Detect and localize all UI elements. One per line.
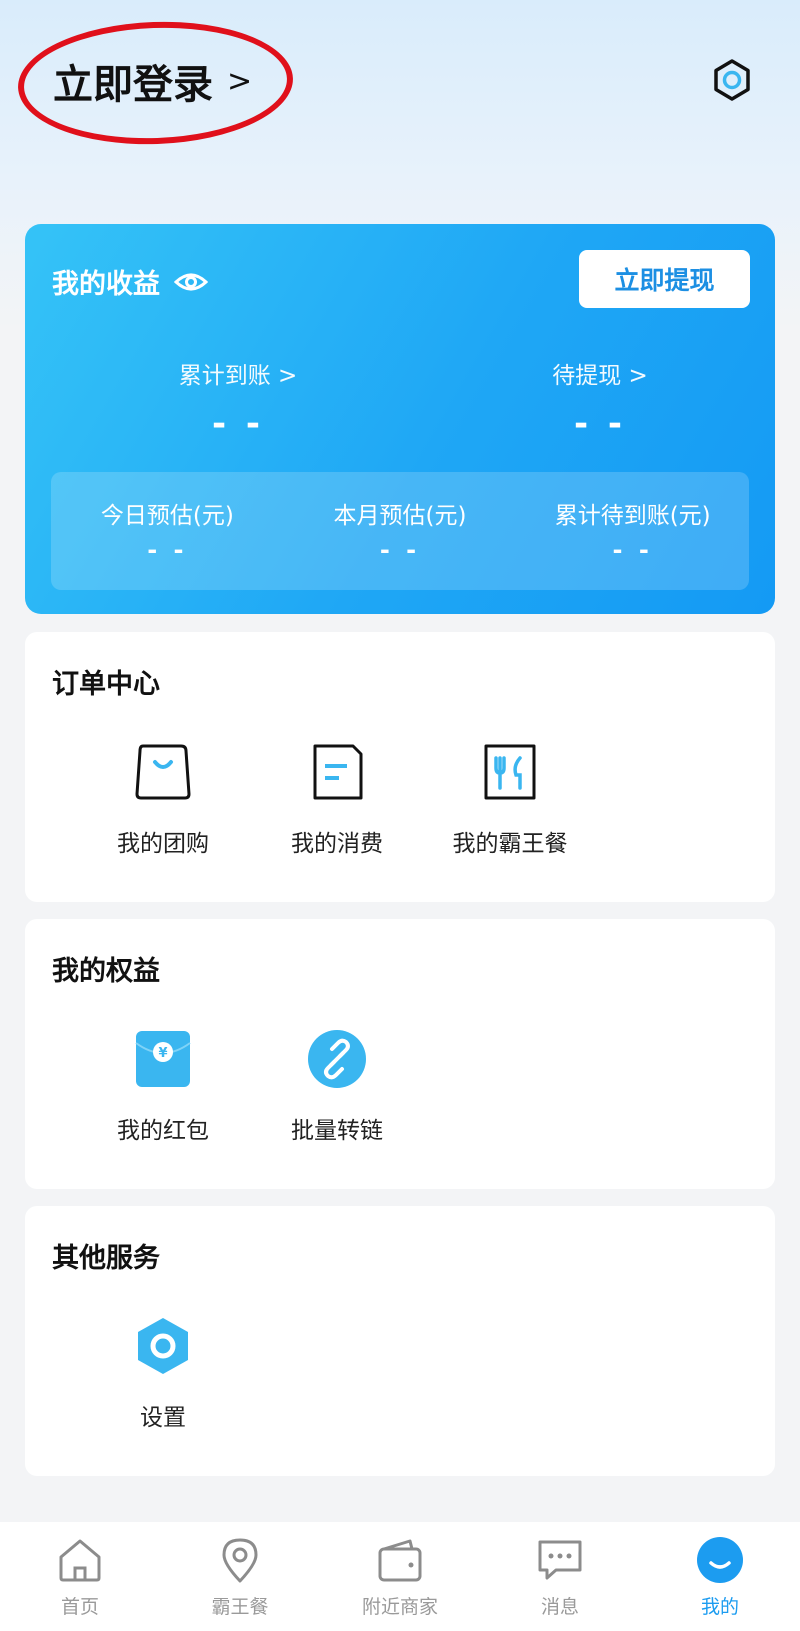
settings-icon[interactable]	[710, 58, 754, 102]
tab-nearby[interactable]: 附近商家	[320, 1522, 480, 1631]
order-center-card: 订单中心 我的团购 我的消费 我的霸王餐	[25, 632, 775, 902]
my-consumption-label: 我的消费	[291, 831, 383, 857]
order-center-title: 订单中心	[52, 669, 160, 700]
shopping-bag-icon	[135, 744, 191, 800]
tab-profile[interactable]: 我的	[640, 1522, 800, 1631]
pending-withdraw-value: - -	[573, 404, 627, 444]
eye-icon[interactable]	[174, 270, 208, 294]
month-estimate: 本月预估(元) - -	[284, 472, 517, 590]
tab-home-label: 首页	[60, 1596, 99, 1618]
batch-link-convert[interactable]: 批量转链	[262, 1029, 412, 1145]
svg-text:¥: ¥	[158, 1046, 167, 1061]
total-received-stat[interactable]: 累计到账 > - -	[113, 356, 363, 444]
pending-total-label: 累计待到账(元)	[554, 503, 711, 529]
month-estimate-label: 本月预估(元)	[333, 503, 467, 529]
settings-icon	[138, 1318, 188, 1374]
receipt-icon	[313, 744, 363, 800]
my-red-packet[interactable]: ¥ 我的红包	[88, 1029, 238, 1145]
red-packet-icon: ¥	[135, 1031, 191, 1087]
my-free-meal[interactable]: 我的霸王餐	[435, 742, 585, 858]
today-estimate-label: 今日预估(元)	[100, 503, 234, 529]
tab-messages[interactable]: 消息	[480, 1522, 640, 1631]
tab-free-meal[interactable]: 霸王餐	[160, 1522, 320, 1631]
tab-messages-label: 消息	[540, 1596, 579, 1618]
today-estimate-value: - -	[147, 536, 188, 564]
pending-withdraw-stat[interactable]: 待提现 > - -	[475, 356, 725, 444]
batch-link-convert-label: 批量转链	[291, 1118, 383, 1144]
profile-icon	[697, 1537, 743, 1583]
earnings-title: 我的收益	[52, 262, 208, 301]
my-group-buy[interactable]: 我的团购	[88, 742, 238, 858]
wallet-icon	[378, 1539, 422, 1582]
tab-free-meal-label: 霸王餐	[211, 1596, 269, 1618]
my-red-packet-label: 我的红包	[117, 1118, 209, 1144]
services-title: 其他服务	[52, 1243, 160, 1274]
cutlery-icon	[484, 744, 536, 800]
pending-total: 累计待到账(元) - -	[516, 472, 749, 590]
month-estimate-value: - -	[379, 536, 421, 564]
estimate-panel: 今日预估(元) - - 本月预估(元) - - 累计待到账(元) - -	[51, 472, 749, 590]
my-free-meal-label: 我的霸王餐	[452, 831, 568, 857]
bottom-tab-bar: 首页 霸王餐 附近商家 消息 我的	[0, 1522, 800, 1631]
tab-profile-label: 我的	[700, 1596, 739, 1618]
chat-icon	[538, 1540, 582, 1580]
pending-total-value: - -	[612, 536, 653, 564]
link-icon	[308, 1030, 366, 1088]
settings-label: 设置	[140, 1405, 186, 1431]
tab-nearby-label: 附近商家	[361, 1596, 438, 1618]
settings-entry[interactable]: 设置	[88, 1316, 238, 1432]
total-received-label: 累计到账 >	[178, 363, 298, 389]
tab-home[interactable]: 首页	[0, 1522, 160, 1631]
services-card: 其他服务 设置	[25, 1206, 775, 1476]
my-consumption[interactable]: 我的消费	[262, 742, 412, 858]
earnings-card: 我的收益 立即提现 累计到账 > - - 待提现 > - - 今日预估(元) -…	[25, 224, 775, 614]
home-icon	[59, 1539, 101, 1582]
location-pin-icon	[222, 1538, 258, 1583]
total-received-value: - -	[211, 404, 265, 444]
withdraw-button[interactable]: 立即提现	[579, 250, 750, 308]
my-group-buy-label: 我的团购	[117, 831, 209, 857]
benefits-card: 我的权益 ¥ 我的红包 批量转链	[25, 919, 775, 1189]
earnings-title-label: 我的收益	[52, 269, 160, 300]
today-estimate: 今日预估(元) - -	[51, 472, 284, 590]
pending-withdraw-label: 待提现 >	[552, 363, 648, 389]
benefits-title: 我的权益	[52, 956, 160, 987]
